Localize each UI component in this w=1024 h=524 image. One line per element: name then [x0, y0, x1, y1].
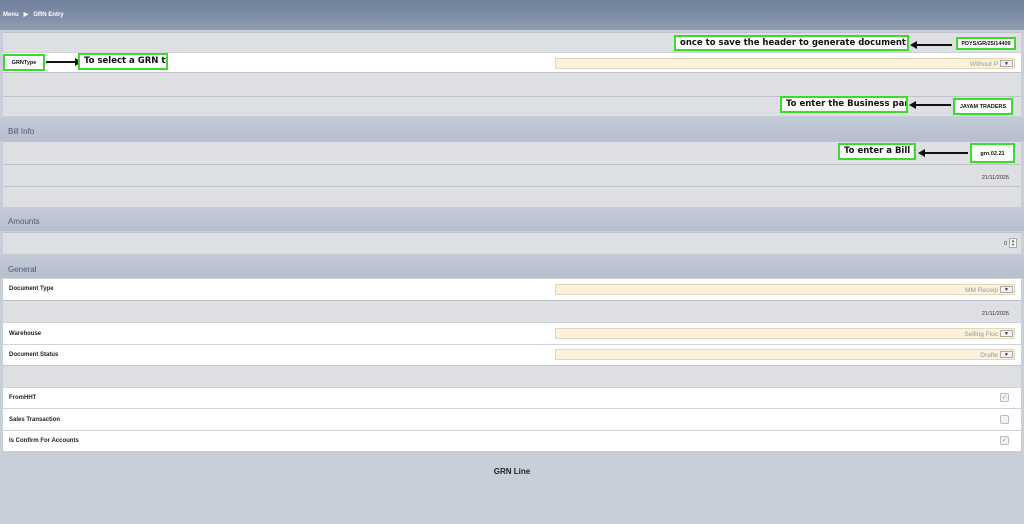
grn-type-callout: To select a GRN type: [78, 53, 168, 70]
amounts-section-header: Amounts: [0, 207, 1024, 231]
menu-link[interactable]: Menu: [3, 12, 19, 18]
bill-no-callout: To enter a Bill no: [838, 143, 916, 160]
from-hht-checkbox[interactable]: ✓: [1000, 393, 1009, 402]
arrow-left-icon: [918, 149, 968, 157]
general-section-header: General: [0, 254, 1024, 278]
chevron-down-icon[interactable]: ▼: [1000, 286, 1013, 293]
document-type-value: MM Receip: [965, 287, 998, 294]
breadcrumb-separator-icon: ▶: [23, 12, 29, 18]
top-bar: Menu ▶ GRN Entry: [0, 0, 1024, 30]
grn-type-label: GRNType: [3, 54, 45, 71]
breadcrumb: Menu ▶ GRN Entry: [3, 11, 64, 19]
document-type-label: Document Type: [9, 286, 54, 292]
document-type-row: Document Type MM Receip ▼: [3, 278, 1021, 300]
document-status-label: Document Status: [9, 352, 59, 358]
general-date-value[interactable]: 21/11/2025: [982, 311, 1009, 317]
arrow-right-icon: [46, 58, 82, 66]
bill-info-title: Bill Info: [8, 127, 35, 136]
sales-transaction-label: Sales Transaction: [9, 417, 61, 423]
general-title: General: [8, 265, 37, 274]
document-status-select[interactable]: Drafte ▼: [555, 349, 1015, 360]
document-status-row: Document Status Drafte ▼: [3, 344, 1021, 365]
grn-type-select[interactable]: Without P ▼: [555, 58, 1015, 69]
sales-transaction-checkbox[interactable]: [1000, 415, 1009, 424]
bill-date-row: 21/11/2025: [3, 164, 1021, 186]
chevron-down-icon[interactable]: ▼: [1000, 60, 1013, 67]
amount-value[interactable]: 0: [1004, 241, 1007, 247]
confirm-accounts-row: Is Confirm For Accounts ✓: [3, 430, 1021, 451]
chevron-down-icon[interactable]: ▼: [1000, 330, 1013, 337]
sales-transaction-row: Sales Transaction: [3, 408, 1021, 430]
warehouse-row: Warehouse Selling Floc ▼: [3, 322, 1021, 344]
amounts-title: Amounts: [8, 217, 40, 226]
confirm-accounts-label: Is Confirm For Accounts: [9, 438, 79, 444]
document-status-value: Drafte: [980, 352, 998, 359]
from-hht-label: FromHHT: [9, 395, 37, 401]
business-partner-field[interactable]: JAYAM TRADERS: [953, 98, 1013, 115]
general-spacer-row: [3, 365, 1021, 387]
bill-extra-row: [3, 186, 1021, 207]
save-header-callout: once to save the header to generate docu…: [674, 35, 909, 51]
page-title: GRN Entry: [33, 11, 64, 18]
document-no-field[interactable]: PDYS/GR/25/14409: [956, 37, 1016, 50]
bill-info-section-header: Bill Info: [0, 117, 1024, 141]
chevron-down-icon[interactable]: ▼: [1000, 351, 1013, 358]
warehouse-label: Warehouse: [9, 331, 42, 337]
grn-type-value: Without P: [969, 61, 998, 68]
warehouse-select[interactable]: Selling Floc ▼: [555, 328, 1015, 339]
spacer-row: [3, 72, 1021, 96]
warehouse-value: Selling Floc: [964, 331, 998, 338]
amount-row: 0 ▲ ▼: [3, 232, 1021, 254]
bill-no-field[interactable]: grn.02.21: [970, 143, 1015, 163]
business-partner-callout: To enter the Business partner: [780, 96, 908, 113]
arrow-left-icon: [909, 101, 951, 109]
from-hht-row: FromHHT ✓: [3, 387, 1021, 408]
grn-line-title[interactable]: GRN Line: [0, 467, 1024, 476]
document-type-select[interactable]: MM Receip ▼: [555, 284, 1015, 295]
bill-date-value[interactable]: 21/11/2025: [982, 175, 1009, 181]
spinner-icon[interactable]: ▲ ▼: [1009, 238, 1017, 248]
arrow-left-icon: [910, 41, 952, 49]
general-date-row: 21/11/2025: [3, 300, 1021, 322]
confirm-accounts-checkbox[interactable]: ✓: [1000, 436, 1009, 445]
